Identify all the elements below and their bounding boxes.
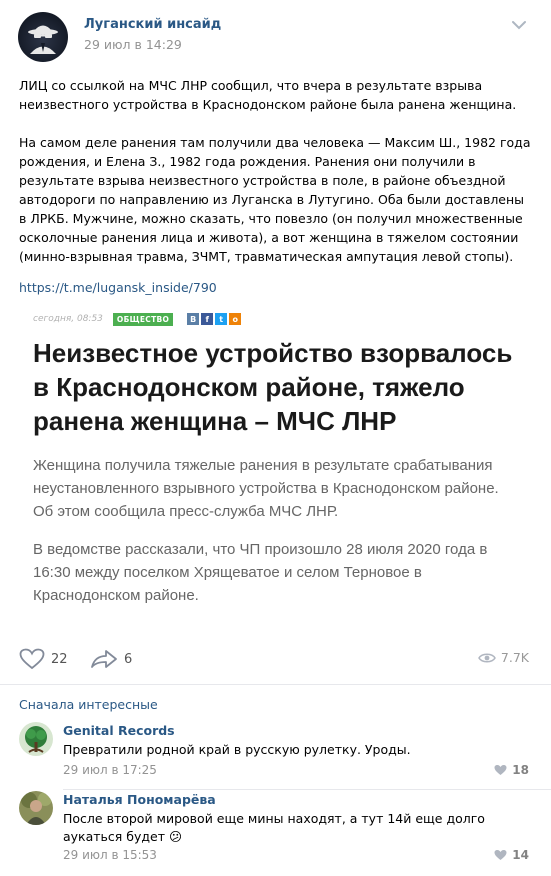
comment-text: Превратили родной край в русскую рулетку…	[63, 742, 411, 757]
post-link[interactable]: https://t.me/lugansk_inside/790	[19, 280, 217, 295]
avatar[interactable]	[19, 722, 53, 756]
twitter-share-icon: t	[215, 313, 228, 325]
comment-date[interactable]: 29 июл в 17:25	[63, 763, 157, 777]
chevron-down-icon[interactable]	[512, 20, 526, 30]
article-paragraph: Женщина получила тяжелые ранения в резул…	[33, 457, 499, 520]
facebook-share-icon: f	[201, 313, 214, 325]
spy-logo-icon	[28, 25, 58, 54]
comment: Наталья Пономарёва После второй мировой …	[0, 791, 551, 865]
eye-icon	[478, 653, 496, 662]
category-tag: ОБЩЕСТВО	[112, 312, 174, 326]
views-counter: 7.7K	[478, 650, 529, 665]
divider	[63, 789, 551, 790]
article-paragraph: В ведомстве рассказали, что ЧП произошло…	[33, 541, 488, 604]
share-button[interactable]: 6	[90, 648, 132, 670]
post-text: ЛИЦ со ссылкой на МЧС ЛНР сообщил, что в…	[19, 76, 534, 285]
confused-emoji-icon: 😕	[169, 829, 183, 844]
comment: Genital Records Превратили родной край в…	[0, 722, 551, 796]
article-preview[interactable]: сегодня, 08:53 ОБЩЕСТВО В f t о Неизвест…	[19, 306, 534, 624]
post-date[interactable]: 29 июл в 14:29	[84, 37, 182, 52]
tree-logo-icon	[19, 722, 53, 756]
user-photo-icon	[19, 791, 53, 825]
heart-icon	[19, 648, 45, 670]
share-count: 6	[124, 651, 133, 667]
comment-like-count: 18	[512, 763, 529, 777]
article-date: сегодня, 08:53	[33, 314, 103, 324]
heart-icon	[494, 765, 507, 775]
views-count: 7.7K	[500, 650, 529, 665]
comment-like-button[interactable]: 18	[494, 763, 529, 777]
post-actions: 22 6 7.7K	[0, 640, 551, 676]
share-arrow-icon	[91, 650, 117, 668]
comment-date[interactable]: 29 июл в 15:53	[63, 848, 157, 862]
avatar[interactable]	[19, 791, 53, 825]
comment-author[interactable]: Genital Records	[63, 723, 175, 738]
like-button[interactable]: 22	[19, 648, 68, 670]
community-avatar[interactable]	[18, 12, 68, 62]
comment-author[interactable]: Наталья Пономарёва	[63, 792, 216, 807]
comments-sort[interactable]: Сначала интересные	[19, 697, 158, 712]
vk-share-icon: В	[187, 313, 200, 325]
post-paragraph: ЛИЦ со ссылкой на МЧС ЛНР сообщил, что в…	[19, 78, 517, 112]
article-meta: сегодня, 08:53 ОБЩЕСТВО В f t о	[33, 312, 243, 326]
post-header: Луганский инсайд 29 июл в 14:29	[0, 0, 551, 70]
comment-like-button[interactable]: 14	[494, 848, 529, 862]
community-name[interactable]: Луганский инсайд	[84, 17, 221, 32]
article-title: Неизвестное устройство взорвалось в Крас…	[33, 338, 513, 436]
post-paragraph: На самом деле ранения там получили два ч…	[19, 135, 531, 264]
divider	[0, 684, 551, 685]
like-count: 22	[51, 651, 68, 667]
comment-like-count: 14	[512, 848, 529, 862]
heart-icon	[494, 850, 507, 860]
comment-text: После второй мировой еще мины находят, а…	[63, 810, 493, 846]
ok-share-icon: о	[229, 313, 242, 325]
comment-text-body: После второй мировой еще мины находят, а…	[63, 811, 485, 844]
